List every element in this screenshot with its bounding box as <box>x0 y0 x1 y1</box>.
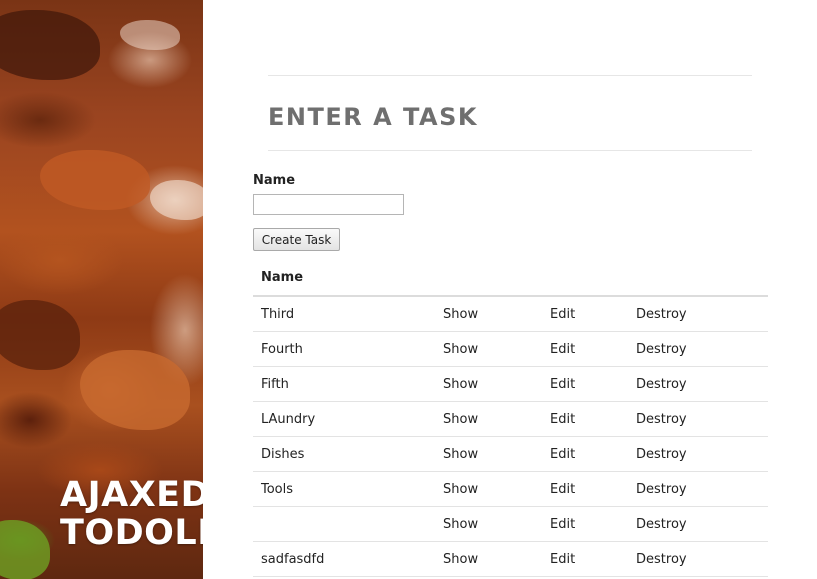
destroy-link[interactable]: Destroy <box>636 482 687 497</box>
task-name: sadfasdfd <box>253 541 443 577</box>
site-title-line1: AJAXED <box>60 475 203 515</box>
show-link[interactable]: Show <box>443 342 478 357</box>
edit-link[interactable]: Edit <box>550 552 575 567</box>
edit-link[interactable]: Edit <box>550 342 575 357</box>
edit-link[interactable]: Edit <box>550 307 575 322</box>
name-label: Name <box>253 173 296 188</box>
column-header-edit <box>550 260 636 297</box>
column-header-destroy <box>636 260 768 297</box>
destroy-link[interactable]: Destroy <box>636 307 687 322</box>
show-link[interactable]: Show <box>443 517 478 532</box>
table-row: Tools Show Edit Destroy <box>253 471 768 507</box>
task-name: LAundry <box>253 401 443 437</box>
show-link[interactable]: Show <box>443 552 478 567</box>
destroy-link[interactable]: Destroy <box>636 517 687 532</box>
rock-shape <box>0 300 80 370</box>
table-row: LAundry Show Edit Destroy <box>253 401 768 437</box>
rock-shape <box>40 150 150 210</box>
table-row: Fifth Show Edit Destroy <box>253 366 768 402</box>
task-name: Fifth <box>253 366 443 402</box>
show-link[interactable]: Show <box>443 412 478 427</box>
destroy-link[interactable]: Destroy <box>636 342 687 357</box>
task-name-input[interactable] <box>253 194 404 215</box>
rock-shape <box>120 20 180 50</box>
destroy-link[interactable]: Destroy <box>636 552 687 567</box>
tasks-table: Name Third Show Edit Destroy Fourth Show… <box>253 260 768 577</box>
edit-link[interactable]: Edit <box>550 447 575 462</box>
edit-link[interactable]: Edit <box>550 377 575 392</box>
task-name: Tools <box>253 471 443 507</box>
task-name: Fourth <box>253 331 443 367</box>
table-row: Fourth Show Edit Destroy <box>253 331 768 367</box>
rock-shape <box>150 180 203 220</box>
table-row: Show Edit Destroy <box>253 506 768 542</box>
show-link[interactable]: Show <box>443 307 478 322</box>
show-link[interactable]: Show <box>443 482 478 497</box>
create-task-button[interactable]: Create Task <box>253 228 340 251</box>
column-header-show <box>443 260 550 297</box>
edit-link[interactable]: Edit <box>550 482 575 497</box>
edit-link[interactable]: Edit <box>550 517 575 532</box>
page-title: ENTER A TASK <box>268 103 478 131</box>
task-name <box>253 506 443 542</box>
rock-shape <box>80 350 190 430</box>
site-title: AJAXED TODOLIST <box>60 476 203 552</box>
table-row: Third Show Edit Destroy <box>253 296 768 332</box>
table-row: sadfasdfd Show Edit Destroy <box>253 541 768 577</box>
table-row: Dishes Show Edit Destroy <box>253 436 768 472</box>
heading-divider <box>268 150 752 151</box>
table-header-row: Name <box>253 260 768 297</box>
destroy-link[interactable]: Destroy <box>636 447 687 462</box>
show-link[interactable]: Show <box>443 377 478 392</box>
task-name: Dishes <box>253 436 443 472</box>
rock-shape <box>0 520 50 579</box>
rock-shape <box>0 10 100 80</box>
column-header-name: Name <box>253 260 443 297</box>
hero-image: AJAXED TODOLIST <box>0 0 203 579</box>
edit-link[interactable]: Edit <box>550 412 575 427</box>
task-name: Third <box>253 296 443 332</box>
site-title-line2: TODOLIST <box>60 513 203 553</box>
destroy-link[interactable]: Destroy <box>636 412 687 427</box>
top-divider <box>268 75 752 76</box>
destroy-link[interactable]: Destroy <box>636 377 687 392</box>
show-link[interactable]: Show <box>443 447 478 462</box>
